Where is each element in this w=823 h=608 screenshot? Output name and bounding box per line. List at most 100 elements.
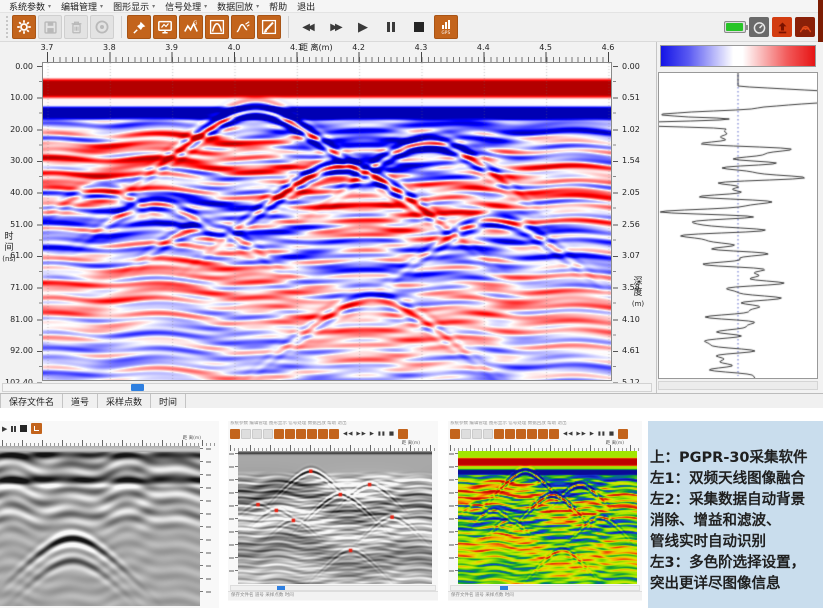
menu-item-label: 编辑管理: [61, 0, 97, 13]
mini-toolbar-button: [450, 429, 460, 439]
depth-axis-title: 深度(m): [630, 277, 646, 310]
x-tick-label: 4.4: [477, 43, 490, 52]
x-tick-label: 4.1: [290, 43, 303, 52]
battery-icon: [724, 21, 746, 33]
toolbar-separator: [288, 16, 289, 38]
toolbar-marker-button[interactable]: [127, 15, 151, 39]
menu-edit-manage[interactable]: 编辑管理▾: [56, 0, 108, 13]
menu-item-label: 退出: [297, 0, 315, 13]
toolbar-gps-button[interactable]: GPS: [434, 15, 458, 39]
radar-antenna-button[interactable]: [795, 17, 815, 37]
toolbar-display-button[interactable]: [153, 15, 177, 39]
x-tick-label: 4.5: [539, 43, 552, 52]
fast-forward-icon: ▶▶: [330, 22, 339, 33]
toolbar-drag-handle[interactable]: [6, 16, 8, 38]
time-tick-label: 30.00: [10, 156, 33, 165]
statusbar-tab[interactable]: 时间: [151, 394, 186, 408]
depth-tick-label: 0.51: [622, 93, 640, 102]
menu-item-label: 帮助: [269, 0, 287, 13]
time-tick-label: 10.00: [10, 93, 33, 102]
mini3-ruler: 距 离(m): [448, 441, 642, 451]
chevron-down-icon: ▾: [256, 3, 259, 10]
time-tick-label: 51.00: [10, 220, 33, 229]
toolbar-stop-button[interactable]: [406, 15, 432, 39]
menu-signal-processing[interactable]: 信号处理▾: [160, 0, 212, 13]
mini-toolbar-button: [505, 429, 515, 439]
caption-block: 上：PGPR-30采集软件左1：双频天线图像融合左2：采集数据自动背景消除、增益…: [648, 421, 823, 608]
scrollbar-thumb[interactable]: [131, 384, 144, 391]
depth-tick-label: 2.56: [622, 220, 640, 229]
toolbar-gain-button[interactable]: G: [179, 15, 203, 39]
depth-tick-label: 0.00: [622, 62, 640, 71]
statusbar-tab[interactable]: 道号: [63, 394, 98, 408]
stop-icon: [414, 22, 424, 32]
toolbar-palette-button[interactable]: [257, 15, 281, 39]
depth-axis: 0.000.511.021.542.052.563.073.584.104.61…: [613, 62, 655, 381]
mini-toolbar-button: [252, 429, 262, 439]
status-bar: 保存文件名道号采样点数时间: [0, 393, 823, 408]
depth-tick-label: 2.05: [622, 188, 640, 197]
mini-toolbar-button: [285, 429, 295, 439]
toolbar-pause-button[interactable]: [378, 15, 404, 39]
caption-line: 消除、增益和滤波、: [650, 511, 823, 532]
mini-toolbar-button: [494, 429, 504, 439]
menu-data-playback[interactable]: 数据回放▾: [212, 0, 264, 13]
main-toolbar: G◀◀▶▶▶GPS: [0, 13, 823, 42]
mini-toolbar-button: [241, 429, 251, 439]
mini3-time-axis: [448, 451, 458, 584]
toolbar-hyperbola-button[interactable]: [205, 15, 229, 39]
mini-toolbar-button: [538, 429, 548, 439]
toolbar-play-button[interactable]: ▶: [350, 15, 376, 39]
mini-toolbar-button: [274, 429, 284, 439]
radargram-canvas[interactable]: [43, 63, 611, 380]
caption-line: 管线实时自动识别: [650, 532, 823, 553]
menu-item-label: 图形显示: [113, 0, 149, 13]
statusbar-tab[interactable]: 保存文件名: [0, 394, 63, 408]
menu-system-params[interactable]: 系统参数▾: [4, 0, 56, 13]
mini-gps-button: [398, 429, 408, 439]
caption-line: 左1：双频天线图像融合: [650, 469, 823, 490]
amplitude-colorbar: [660, 45, 816, 67]
depth-axis-minor-ticks: [613, 81, 616, 382]
toolbar-rewind-button[interactable]: ◀◀: [294, 15, 320, 39]
toolbar-status-icons: [724, 17, 815, 37]
mini-toolbar-button: [263, 429, 273, 439]
x-tick-label: 3.8: [103, 43, 116, 52]
menu-item-label: 信号处理: [165, 0, 201, 13]
toolbar-separator: [121, 16, 122, 38]
rewind-icon: ◀◀: [302, 22, 311, 33]
horizontal-scrollbar[interactable]: [2, 383, 652, 392]
caption-line: 左2：采集数据自动背景: [650, 490, 823, 511]
mini-toolbar-button: [329, 429, 339, 439]
toolbar-settings-button[interactable]: [12, 15, 36, 39]
caption-line: 上：PGPR-30采集软件: [650, 448, 823, 469]
menu-exit[interactable]: 退出: [292, 0, 320, 13]
menu-bar: 系统参数▾编辑管理▾图形显示▾信号处理▾数据回放▾帮助退出: [0, 0, 823, 13]
statusbar-tab[interactable]: 采样点数: [98, 394, 151, 408]
time-tick-label: 40.00: [10, 188, 33, 197]
upload-button[interactable]: [772, 17, 792, 37]
gps-signal-icon: [442, 20, 450, 29]
chevron-down-icon: ▾: [48, 3, 51, 10]
depth-tick-label: 4.61: [622, 346, 640, 355]
toolbar-save-button[interactable]: [38, 15, 62, 39]
toolbar-fast-forward-button[interactable]: ▶▶: [322, 15, 348, 39]
mini2-status-bar: 保存文件名 道号 采样点数 时间: [228, 591, 438, 600]
mini1-depth-axis: [200, 446, 219, 606]
gauge-button[interactable]: [749, 17, 769, 37]
mini3-radargram: [458, 451, 637, 584]
menu-graph-display[interactable]: 图形显示▾: [108, 0, 160, 13]
menu-help[interactable]: 帮助: [264, 0, 292, 13]
depth-tick-label: 3.07: [622, 251, 640, 260]
toolbar-record-button[interactable]: [90, 15, 114, 39]
trace-waveform-panel: [658, 72, 818, 379]
mini-toolbar-button: [472, 429, 482, 439]
toolbar-filter-button[interactable]: [231, 15, 255, 39]
mini-toolbar-button: [230, 429, 240, 439]
mini-toolbar-button: [483, 429, 493, 439]
mini1-radargram: [0, 446, 200, 606]
window-edge-strip: [818, 0, 823, 42]
toolbar-delete-button[interactable]: [64, 15, 88, 39]
x-axis-ruler: 3.73.83.94.04.14.24.34.44.54.6: [42, 42, 612, 62]
mini-toolbar-button: [549, 429, 559, 439]
